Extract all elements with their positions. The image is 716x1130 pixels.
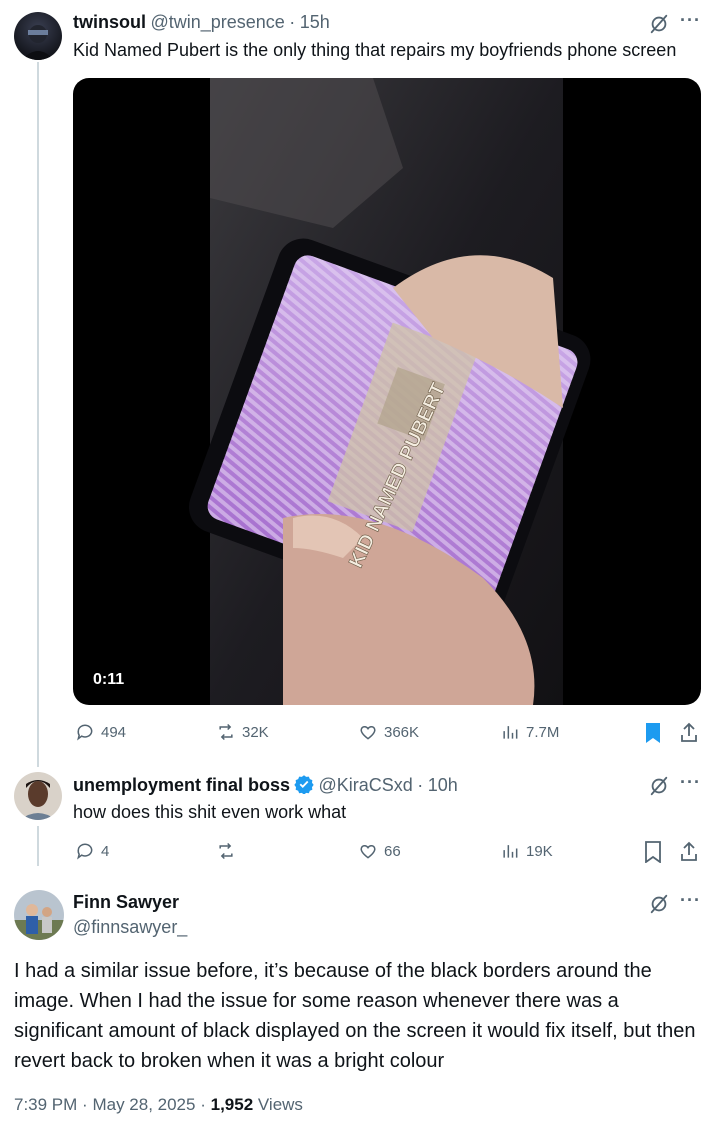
grok-icon[interactable] xyxy=(648,775,670,797)
username[interactable]: @twin_presence xyxy=(150,12,284,32)
display-name[interactable]: Finn Sawyer xyxy=(73,892,179,913)
timestamp[interactable]: 10h xyxy=(428,775,458,795)
video-player[interactable]: KID NAMED PUBERT 0:11 xyxy=(73,78,701,705)
view-count: 7.7M xyxy=(526,723,560,741)
display-name[interactable]: twinsoul xyxy=(73,12,146,32)
reply-count: 4 xyxy=(101,842,110,860)
display-name[interactable]: unemployment final boss xyxy=(73,775,290,795)
grok-icon[interactable] xyxy=(648,13,670,35)
tweet-meta: 7:39 PM · May 28, 2025 · 1,952 Views xyxy=(14,1095,303,1115)
repost-button[interactable]: 32K xyxy=(216,722,269,742)
views-label: Views xyxy=(257,1095,303,1114)
views-button[interactable]: 19K xyxy=(500,841,553,861)
separator: · xyxy=(289,12,296,32)
tweet-body: I had a similar issue before, it’s becau… xyxy=(14,960,696,1072)
like-count: 66 xyxy=(384,842,401,860)
verified-badge-icon xyxy=(294,775,314,794)
share-icon[interactable] xyxy=(679,841,699,863)
repost-count: 32K xyxy=(242,723,269,741)
video-frame: KID NAMED PUBERT xyxy=(188,78,591,705)
thread-line xyxy=(37,62,39,767)
share-icon[interactable] xyxy=(679,722,699,744)
repost-icon xyxy=(219,723,233,741)
like-count: 366K xyxy=(384,723,420,741)
avatar[interactable] xyxy=(14,12,62,60)
username[interactable]: @finnsawyer_ xyxy=(73,917,187,938)
tweet-text: how does this shit even work what xyxy=(73,802,347,822)
reply-button[interactable]: 4 xyxy=(75,841,109,861)
more-options-icon[interactable]: ··· xyxy=(680,10,701,31)
video-duration: 0:11 xyxy=(87,669,131,691)
tweet-text: Kid Named Pubert is the only thing that … xyxy=(73,40,677,60)
heart-icon xyxy=(360,725,376,740)
post-time[interactable]: 7:39 PM xyxy=(14,1095,77,1114)
thread-line xyxy=(37,826,39,866)
tweet-header: unemployment final boss @KiraCSxd · 10h xyxy=(73,774,458,796)
reply-icon xyxy=(77,724,93,741)
more-options-icon[interactable]: ··· xyxy=(680,890,701,911)
reply-icon xyxy=(77,843,93,860)
repost-button[interactable] xyxy=(216,841,242,861)
views-button[interactable]: 7.7M xyxy=(500,722,559,742)
post-date[interactable]: May 28, 2025 xyxy=(92,1095,195,1114)
bookmark-icon[interactable] xyxy=(643,722,663,744)
reply-button[interactable]: 494 xyxy=(75,722,126,742)
tweet-header: twinsoul @twin_presence · 15h xyxy=(73,12,330,33)
separator: · xyxy=(200,1095,206,1114)
reply-count: 494 xyxy=(101,723,127,741)
view-count: 19K xyxy=(526,842,553,860)
avatar[interactable] xyxy=(14,772,62,820)
like-button[interactable]: 66 xyxy=(358,841,401,861)
bookmark-icon[interactable] xyxy=(643,841,663,863)
avatar[interactable] xyxy=(14,890,64,940)
timestamp[interactable]: 15h xyxy=(300,12,330,32)
analytics-icon xyxy=(503,845,518,858)
analytics-icon xyxy=(503,726,518,739)
grok-icon[interactable] xyxy=(648,893,670,915)
heart-icon xyxy=(360,844,376,859)
views-count: 1,952 xyxy=(210,1095,254,1114)
username[interactable]: @KiraCSxd xyxy=(318,775,412,795)
more-options-icon[interactable]: ··· xyxy=(680,772,701,793)
repost-icon xyxy=(219,842,233,860)
separator: · xyxy=(417,775,424,795)
like-button[interactable]: 366K xyxy=(358,722,419,742)
separator: · xyxy=(82,1095,88,1114)
